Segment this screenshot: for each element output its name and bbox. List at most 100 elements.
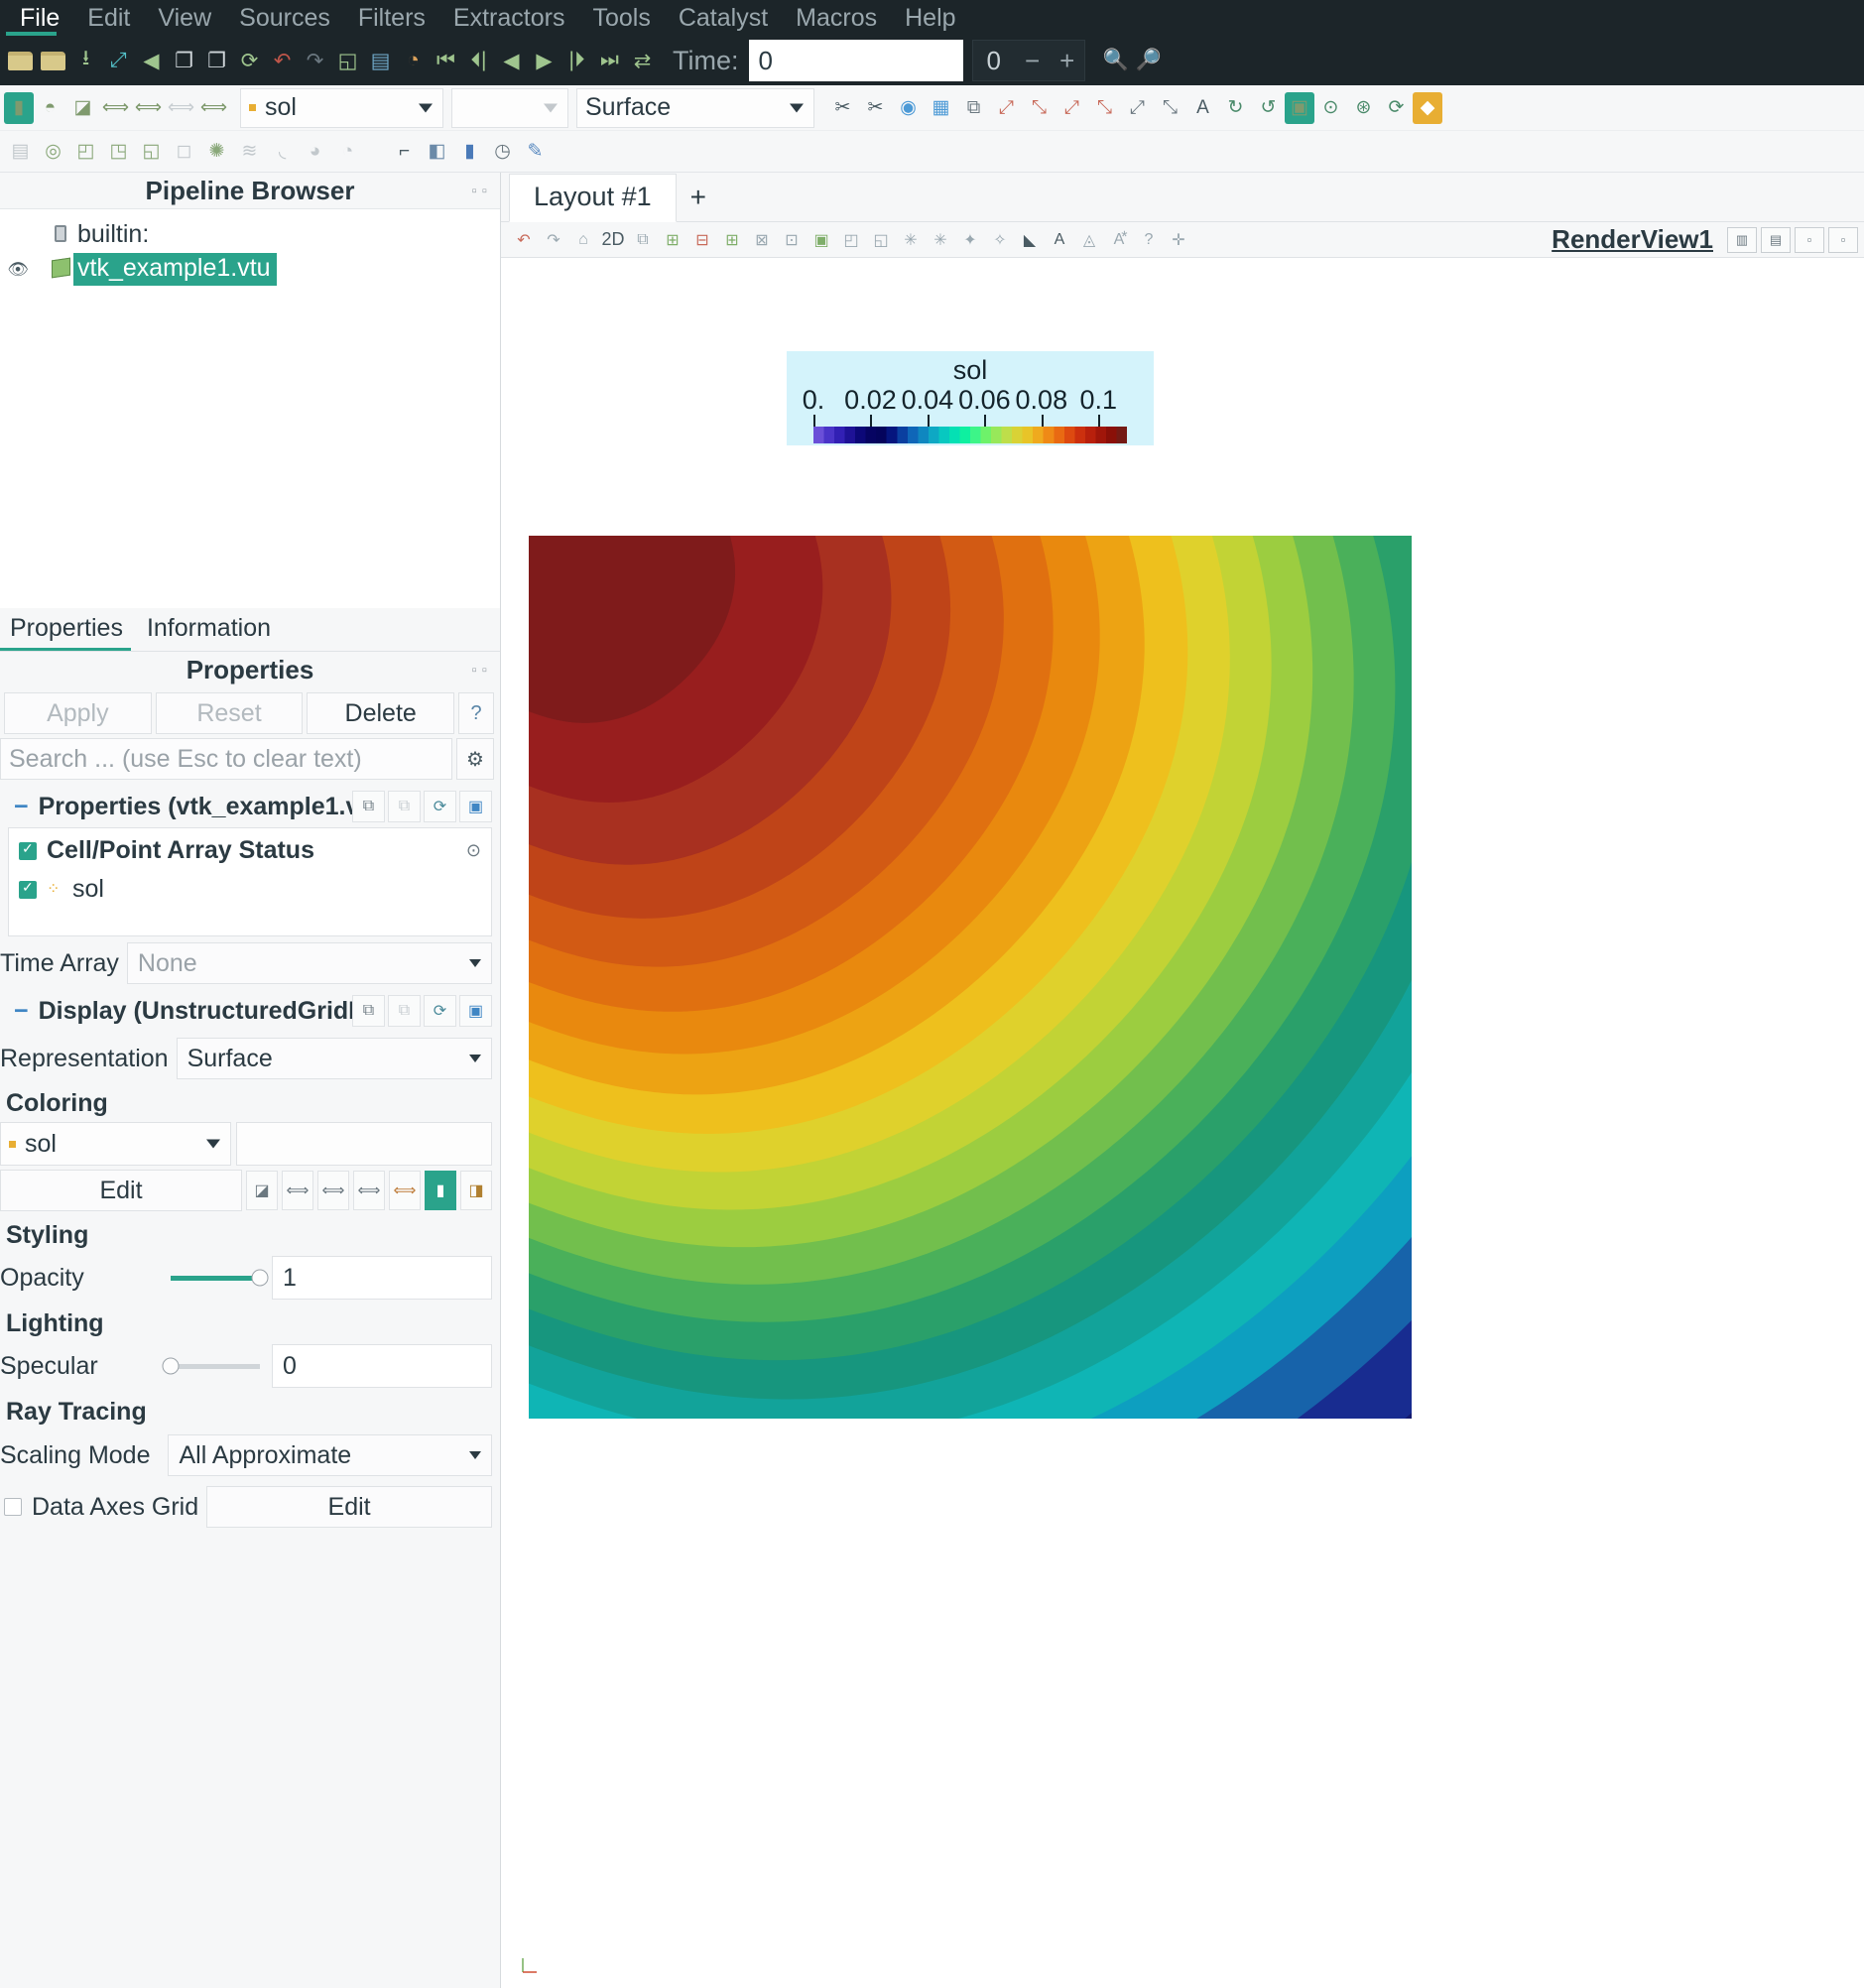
help-button[interactable]: ? xyxy=(458,692,495,734)
opacity-slider[interactable] xyxy=(171,1269,269,1287)
edit-color-map-icon[interactable]: ◓ xyxy=(34,90,66,126)
time-index-decrement[interactable]: − xyxy=(1015,46,1050,76)
color-component-combo[interactable] xyxy=(451,87,568,128)
eye-icon[interactable]: 👁 xyxy=(4,260,32,280)
pipeline-node-builtin[interactable]: builtin: xyxy=(0,217,500,252)
threshold-icon[interactable]: ◱ xyxy=(135,135,168,169)
close-view-icon[interactable]: ▫ xyxy=(1828,226,1858,253)
collapse-icon[interactable]: − xyxy=(14,997,29,1026)
search-input[interactable] xyxy=(0,738,452,780)
rotate-90-ccw-icon[interactable]: ◰ xyxy=(836,225,866,255)
coloring-component-combo[interactable] xyxy=(236,1122,492,1166)
opacity-value[interactable]: 1 xyxy=(272,1256,492,1300)
data-axes-grid-checkbox[interactable] xyxy=(4,1498,22,1516)
reset-session-icon[interactable]: ⟳ xyxy=(233,41,266,80)
pick-center-icon[interactable]: ⤢ xyxy=(1056,90,1088,126)
contour-icon[interactable]: ◎ xyxy=(37,135,69,169)
tab-properties[interactable]: Properties xyxy=(0,611,137,651)
camera-icon[interactable]: ▣ xyxy=(1285,91,1314,124)
specular-slider-handle[interactable] xyxy=(162,1357,180,1375)
pos-z-icon[interactable]: ⊡ xyxy=(777,225,807,255)
clip-icon[interactable]: ◰ xyxy=(69,135,102,169)
python-calculator-icon[interactable]: ✎ xyxy=(519,135,552,169)
display-properties-section-header[interactable]: − Display (UnstructuredGridRepresentatio… xyxy=(0,990,500,1032)
rescale-custom-icon[interactable]: ⟺ xyxy=(99,90,132,126)
tab-layout-1[interactable]: Layout #1 xyxy=(509,174,677,222)
zoom-to-data-icon[interactable]: 🔍 xyxy=(1099,41,1132,80)
plot-over-line-icon[interactable]: ⌐ xyxy=(388,135,421,169)
source-properties-section-header[interactable]: − Properties (vtk_example1.vtu) ⧉ ⧉ ⟳ ▣ xyxy=(0,786,500,827)
rescale-visible-icon[interactable]: ⟺ xyxy=(389,1171,421,1210)
show-center-icon[interactable]: ✳ xyxy=(926,225,955,255)
restore-defaults-icon[interactable]: ⟳ xyxy=(424,995,456,1027)
camera-redo-icon[interactable]: ↷ xyxy=(539,225,568,255)
screenshot-icon[interactable]: ▦ xyxy=(925,90,957,126)
camera-redo-icon[interactable]: ▤ xyxy=(364,41,397,80)
pipeline-node-vtk-example1[interactable]: 👁 vtk_example1.vtu xyxy=(0,252,500,287)
reset-button[interactable]: Reset xyxy=(155,692,304,734)
representation-combo[interactable]: Surface xyxy=(576,87,814,128)
reset-camera-icon[interactable]: ⌂ xyxy=(568,225,598,255)
rescale-visible-icon[interactable]: ⟺ xyxy=(165,90,197,126)
connect-icon[interactable]: ⤢ xyxy=(102,41,135,80)
rescale-over-time-icon[interactable]: ⟺ xyxy=(353,1171,385,1210)
extract-level-icon[interactable]: ◔ xyxy=(331,135,364,169)
menu-item-filters[interactable]: Filters xyxy=(344,0,439,36)
select-cells-icon[interactable]: ◣ xyxy=(1015,225,1045,255)
center-axes-icon[interactable]: A xyxy=(1186,90,1219,126)
time-array-combo[interactable]: None xyxy=(126,942,492,984)
rescale-to-data-icon[interactable]: ◪ xyxy=(66,90,99,126)
render-view-canvas[interactable]: sol 0. 0.02 0.04 0.06 0.08 0.1 xyxy=(501,258,1864,1988)
diamond-icon[interactable]: ◆ xyxy=(1413,91,1442,124)
extract-subset-icon[interactable]: ◻ xyxy=(168,135,200,169)
slice-icon[interactable]: ◳ xyxy=(102,135,135,169)
color-palette-icon[interactable]: ◔ xyxy=(397,41,430,80)
array-item-sol[interactable]: ⁘ sol xyxy=(19,875,481,904)
orientation-axes-icon[interactable]: ⤡ xyxy=(1154,90,1186,126)
delete-button[interactable]: Delete xyxy=(307,692,455,734)
undo-icon[interactable]: ↶ xyxy=(266,41,299,80)
load-state-icon[interactable]: ⭳ xyxy=(69,41,102,80)
refresh-icon[interactable]: ⟳ xyxy=(1380,90,1413,126)
camera-undo-icon[interactable]: ◱ xyxy=(331,41,364,80)
rescale-to-data-icon[interactable]: ⟺ xyxy=(282,1171,313,1210)
calculator-icon[interactable]: ▤ xyxy=(4,135,37,169)
interactive-select-icon[interactable]: ✛ xyxy=(1164,225,1193,255)
extract-selection-icon[interactable]: ◧ xyxy=(421,135,453,169)
save-state-icon[interactable] xyxy=(37,41,69,80)
last-frame-icon[interactable]: ⏭ xyxy=(593,41,626,80)
menu-item-edit[interactable]: Edit xyxy=(73,0,144,36)
camera-undo-icon[interactable]: ↶ xyxy=(509,225,539,255)
histogram-icon[interactable]: ▮ xyxy=(453,135,486,169)
time-index-stepper[interactable]: 0 − + xyxy=(971,40,1086,81)
gear-icon[interactable]: ⚙ xyxy=(456,738,494,780)
select-frustum-icon[interactable]: ◬ xyxy=(1074,225,1104,255)
neg-y-icon[interactable]: ⊠ xyxy=(747,225,777,255)
temporal-icon[interactable]: ◷ xyxy=(486,135,519,169)
add-camera-icon[interactable]: 🔎 xyxy=(1132,41,1165,80)
globe-icon[interactable]: ◉ xyxy=(892,90,925,126)
loop-icon[interactable]: ⇄ xyxy=(626,41,659,80)
menu-item-macros[interactable]: Macros xyxy=(782,0,891,36)
axes-icon[interactable]: ⤢ xyxy=(1121,90,1154,126)
rescale-custom-icon[interactable]: ⟺ xyxy=(317,1171,349,1210)
choose-preset-icon[interactable]: ◨ xyxy=(460,1171,492,1210)
time-index-increment[interactable]: + xyxy=(1050,46,1084,76)
glyph-icon[interactable]: ✺ xyxy=(200,135,233,169)
next-frame-icon[interactable]: |⏵ xyxy=(560,41,593,80)
group-datasets-icon[interactable]: ◕ xyxy=(299,135,331,169)
show-center-icon[interactable]: ⤢ xyxy=(990,90,1023,126)
zoom-to-box-icon[interactable]: ⧉ xyxy=(628,225,658,255)
play-reverse-icon[interactable]: ◀ xyxy=(495,41,528,80)
rotate-90-cw-icon[interactable]: ◱ xyxy=(866,225,896,255)
link-camera-icon[interactable]: ⊙ xyxy=(1314,90,1347,126)
split-vertical-icon[interactable]: ✂ xyxy=(859,90,892,126)
scalar-field-surface[interactable] xyxy=(529,536,1412,1419)
paraview-logo-icon[interactable]: ◀ xyxy=(135,41,168,80)
paste-icon[interactable]: ⧉ xyxy=(388,791,421,822)
previous-frame-icon[interactable]: ⏴| xyxy=(462,41,495,80)
first-frame-icon[interactable]: ⏮ xyxy=(430,41,462,80)
hover-points-icon[interactable]: ? xyxy=(1134,225,1164,255)
add-layout-button[interactable]: + xyxy=(677,182,720,221)
data-axes-grid-edit-button[interactable]: Edit xyxy=(206,1486,492,1528)
